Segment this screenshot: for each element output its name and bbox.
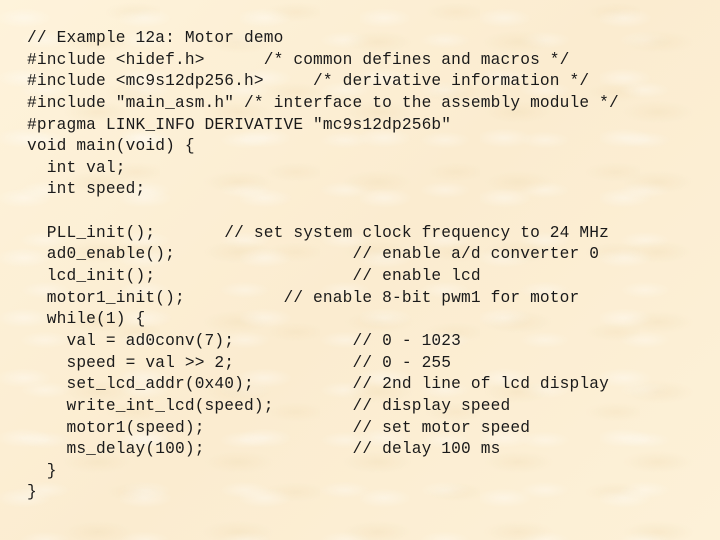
code-line-motor1-init: motor1_init(); // enable 8-bit pwm1 for … bbox=[27, 288, 580, 307]
code-line-ad0conv: val = ad0conv(7); // 0 - 1023 bbox=[27, 331, 462, 350]
code-line-ad0-enable: ad0_enable(); // enable a/d converter 0 bbox=[27, 245, 600, 264]
code-line-while: while(1) { bbox=[27, 310, 146, 329]
code-line-ms-delay: ms_delay(100); // delay 100 ms bbox=[27, 440, 501, 459]
code-line-lcd-init: lcd_init(); // enable lcd bbox=[27, 267, 481, 286]
code-listing: // Example 12a: Motor demo #include <hid… bbox=[27, 28, 619, 504]
code-line-include-mc9s12dp256: #include <mc9s12dp256.h> /* derivative i… bbox=[27, 72, 590, 91]
code-line-set-lcd-addr: set_lcd_addr(0x40); // 2nd line of lcd d… bbox=[27, 375, 609, 394]
code-line-while-close: } bbox=[27, 461, 57, 480]
code-line-include-main-asm: #include "main_asm.h" /* interface to th… bbox=[27, 93, 619, 112]
code-line-include-hidef: #include <hidef.h> /* common defines and… bbox=[27, 50, 570, 69]
code-line-main-close: } bbox=[27, 483, 37, 502]
code-line-decl-val: int val; bbox=[27, 158, 126, 177]
code-line-decl-speed: int speed; bbox=[27, 180, 146, 199]
code-line-motor1: motor1(speed); // set motor speed bbox=[27, 418, 531, 437]
code-line-pll-init: PLL_init(); // set system clock frequenc… bbox=[27, 223, 609, 242]
code-line-comment-title: // Example 12a: Motor demo bbox=[27, 29, 284, 47]
code-line-speed-shift: speed = val >> 2; // 0 - 255 bbox=[27, 353, 452, 372]
code-line-write-int-lcd: write_int_lcd(speed); // display speed bbox=[27, 396, 511, 415]
slide: // Example 12a: Motor demo #include <hid… bbox=[0, 0, 720, 540]
code-line-main-signature: void main(void) { bbox=[27, 137, 195, 156]
code-line-pragma: #pragma LINK_INFO DERIVATIVE "mc9s12dp25… bbox=[27, 115, 452, 134]
